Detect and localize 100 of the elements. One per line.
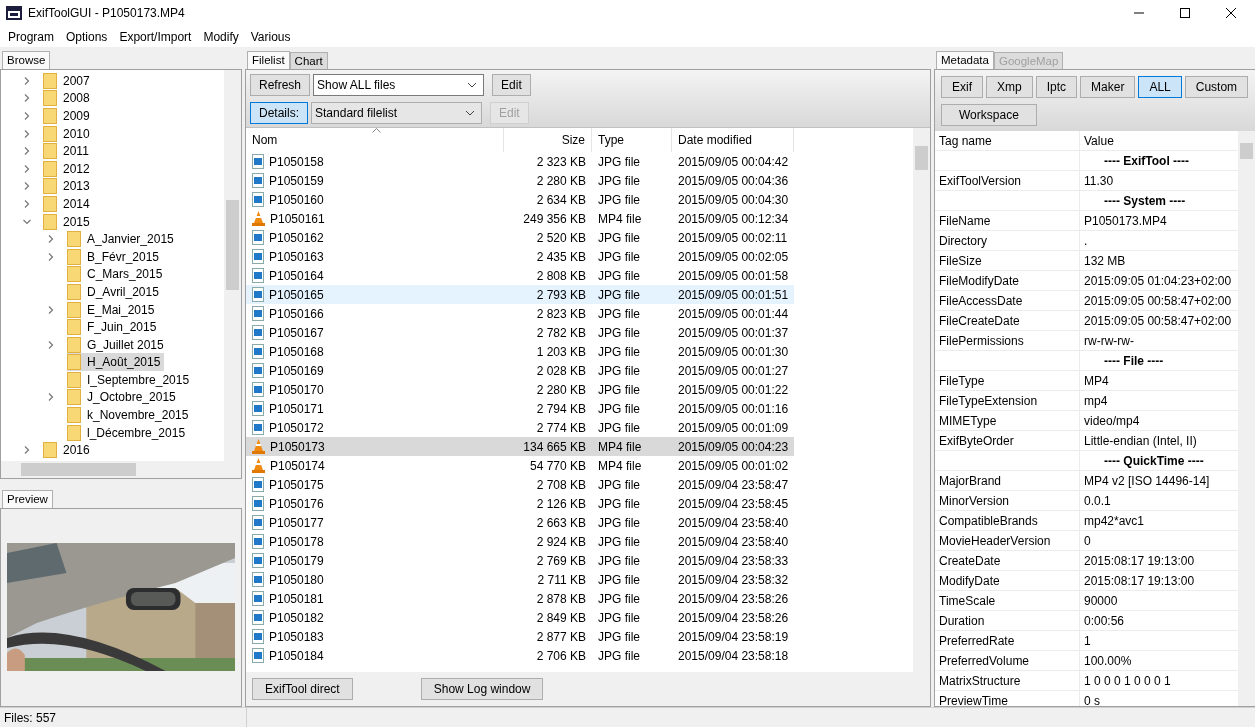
- file-row[interactable]: P1050169 2 028 KB JPG file 2015/09/05 00:01:27: [246, 361, 794, 380]
- file-row[interactable]: P1050167 2 782 KB JPG file 2015/09/05 00:01:37: [246, 323, 794, 342]
- tree-item[interactable]: 2011: [43, 142, 93, 161]
- file-row[interactable]: P1050170 2 280 KB JPG file 2015/09/05 00:01:22: [246, 380, 794, 399]
- column-header[interactable]: Date modified: [672, 128, 794, 152]
- tree-item[interactable]: B_Févr_2015: [67, 247, 164, 266]
- tree-item[interactable]: 2010: [43, 124, 94, 143]
- file-row[interactable]: P1050163 2 435 KB JPG file 2015/09/05 00:02:05: [246, 247, 794, 266]
- exiftool-direct-button[interactable]: ExifTool direct: [252, 678, 353, 700]
- file-row[interactable]: P1050183 2 877 KB JPG file 2015/09/04 23:58:19: [246, 627, 794, 646]
- tree-row[interactable]: A_Janvier_2015: [1, 230, 224, 248]
- tree-row[interactable]: E_Mai_2015: [1, 300, 224, 319]
- tree-item[interactable]: k_Novembre_2015: [67, 406, 193, 425]
- maximize-icon[interactable]: [1179, 7, 1191, 19]
- refresh-button[interactable]: Refresh: [250, 74, 311, 96]
- filter-button[interactable]: Maker: [1080, 76, 1136, 98]
- horizontal-scrollbar[interactable]: [1, 461, 241, 478]
- tree-row[interactable]: 2015: [1, 212, 224, 231]
- tree-item[interactable]: 2012: [43, 159, 94, 178]
- tree-row[interactable]: k_Novembre_2015: [1, 406, 224, 424]
- filter-button[interactable]: Iptc: [1035, 76, 1078, 98]
- expand-chevron-icon[interactable]: [23, 446, 31, 455]
- tree-row[interactable]: 2011: [1, 142, 224, 160]
- tree-item[interactable]: A_Janvier_2015: [67, 230, 178, 249]
- file-row[interactable]: P1050168 1 203 KB JPG file 2015/09/05 00:01:30: [246, 342, 794, 361]
- file-row[interactable]: P1050166 2 823 KB JPG file 2015/09/05 00:01:44: [246, 304, 794, 323]
- expand-chevron-icon[interactable]: [47, 305, 55, 314]
- menu-item[interactable]: Export/Import: [113, 29, 198, 44]
- scrollbar[interactable]: [224, 70, 241, 461]
- tab[interactable]: Metadata: [936, 51, 994, 69]
- filter-dropdown[interactable]: Show ALL files: [313, 74, 485, 96]
- tree-row[interactable]: B_Févr_2015: [1, 247, 224, 266]
- file-row[interactable]: P1050160 2 634 KB JPG file 2015/09/05 00:04:30: [246, 190, 794, 209]
- file-row[interactable]: P1050181 2 878 KB JPG file 2015/09/04 23:58:26: [246, 589, 794, 608]
- column-header[interactable]: Type: [592, 128, 672, 152]
- file-row[interactable]: P1050184 2 706 KB JPG file 2015/09/04 23:58:18: [246, 646, 794, 665]
- tree-item[interactable]: I_Septembre_2015: [67, 370, 194, 389]
- filter-button[interactable]: Xmp: [986, 76, 1033, 98]
- filter-button[interactable]: Custom: [1184, 76, 1249, 98]
- column-header[interactable]: Nom: [246, 128, 504, 152]
- view-dropdown[interactable]: Standard filelist: [311, 102, 482, 124]
- tree-row[interactable]: C_Mars_2015: [1, 265, 224, 284]
- file-row[interactable]: P1050172 2 774 KB JPG file 2015/09/05 00:01:09: [246, 418, 794, 437]
- tree-item[interactable]: 2008: [43, 89, 94, 108]
- file-row[interactable]: P1050162 2 520 KB JPG file 2015/09/05 00:02:11: [246, 228, 794, 247]
- file-row[interactable]: P1050158 2 323 KB JPG file 2015/09/05 00:04:42: [246, 152, 794, 171]
- tree-row[interactable]: 2009: [1, 107, 224, 125]
- file-row[interactable]: P1050176 2 126 KB JPG file 2015/09/04 23:58:45: [246, 494, 794, 513]
- file-row[interactable]: P1050177 2 663 KB JPG file 2015/09/04 23:58:40: [246, 513, 794, 532]
- tree-row[interactable]: J_Octobre_2015: [1, 388, 224, 407]
- tree-item[interactable]: 2014: [43, 194, 94, 213]
- file-row[interactable]: P1050182 2 849 KB JPG file 2015/09/04 23:58:26: [246, 608, 794, 627]
- file-row[interactable]: P1050159 2 280 KB JPG file 2015/09/05 00:04:36: [246, 171, 794, 190]
- tree-row[interactable]: I_Septembre_2015: [1, 371, 224, 389]
- expand-chevron-icon[interactable]: [47, 393, 55, 402]
- file-row[interactable]: P1050165 2 793 KB JPG file 2015/09/05 00:01:51: [246, 285, 794, 304]
- tab[interactable]: Chart: [289, 52, 328, 69]
- tab[interactable]: Browse: [2, 51, 51, 69]
- menu-item[interactable]: Various: [244, 29, 297, 44]
- tree-item[interactable]: J_Octobre_2015: [67, 388, 180, 407]
- menu-item[interactable]: Modify: [197, 29, 245, 44]
- file-row[interactable]: P1050178 2 924 KB JPG file 2015/09/04 23:58:40: [246, 532, 794, 551]
- menu-item[interactable]: Program: [2, 29, 60, 44]
- tab[interactable]: Filelist: [247, 51, 290, 69]
- tree-item[interactable]: 2007: [43, 71, 94, 90]
- tree-item[interactable]: 2013: [43, 177, 94, 196]
- tree-item[interactable]: G_Juillet 2015: [67, 335, 168, 354]
- tree-item[interactable]: C_Mars_2015: [67, 265, 167, 284]
- file-row[interactable]: P1050179 2 769 KB JPG file 2015/09/04 23:58:33: [246, 551, 794, 570]
- tree-row[interactable]: l_Décembre_2015: [1, 423, 224, 442]
- tree-row[interactable]: F_Juin_2015: [1, 318, 224, 336]
- tree-row[interactable]: 2007: [1, 72, 224, 90]
- edit-button[interactable]: Edit: [492, 74, 531, 96]
- workspace-button[interactable]: Workspace: [941, 104, 1037, 126]
- tree-row[interactable]: 2013: [1, 177, 224, 196]
- tree-row[interactable]: 2008: [1, 89, 224, 108]
- collapse-chevron-icon[interactable]: [23, 217, 31, 226]
- show-log-button[interactable]: Show Log window: [420, 678, 544, 700]
- file-row[interactable]: P1050173 134 665 KB MP4 file 2015/09/05 00:04:23: [246, 437, 794, 456]
- tree-item[interactable]: F_Juin_2015: [67, 318, 161, 337]
- expand-chevron-icon[interactable]: [47, 340, 55, 349]
- tree-item[interactable]: l_Décembre_2015: [67, 423, 190, 442]
- tree-row[interactable]: 2014: [1, 195, 224, 213]
- file-row[interactable]: P1050171 2 794 KB JPG file 2015/09/05 00:01:16: [246, 399, 794, 418]
- file-row[interactable]: P1050161 249 356 KB MP4 file 2015/09/05 00:12:34: [246, 209, 794, 228]
- column-header[interactable]: Tag name: [935, 131, 1080, 150]
- file-row[interactable]: P1050164 2 808 KB JPG file 2015/09/05 00:01:58: [246, 266, 794, 285]
- tree-row[interactable]: 2010: [1, 124, 224, 143]
- tab[interactable]: Preview: [2, 490, 53, 508]
- details-button[interactable]: Details:: [250, 102, 308, 124]
- scrollbar[interactable]: [913, 128, 930, 672]
- file-row[interactable]: P1050175 2 708 KB JPG file 2015/09/04 23:58:47: [246, 475, 794, 494]
- filter-button[interactable]: Exif: [941, 76, 983, 98]
- tree-item[interactable]: 2016: [43, 441, 94, 460]
- close-icon[interactable]: [1225, 7, 1237, 19]
- expand-chevron-icon[interactable]: [23, 112, 31, 120]
- filter-button[interactable]: ALL: [1138, 76, 1182, 98]
- column-header[interactable]: Value: [1080, 131, 1238, 150]
- tree-item[interactable]: 2009: [43, 107, 94, 125]
- tree-row[interactable]: 2016: [1, 441, 224, 460]
